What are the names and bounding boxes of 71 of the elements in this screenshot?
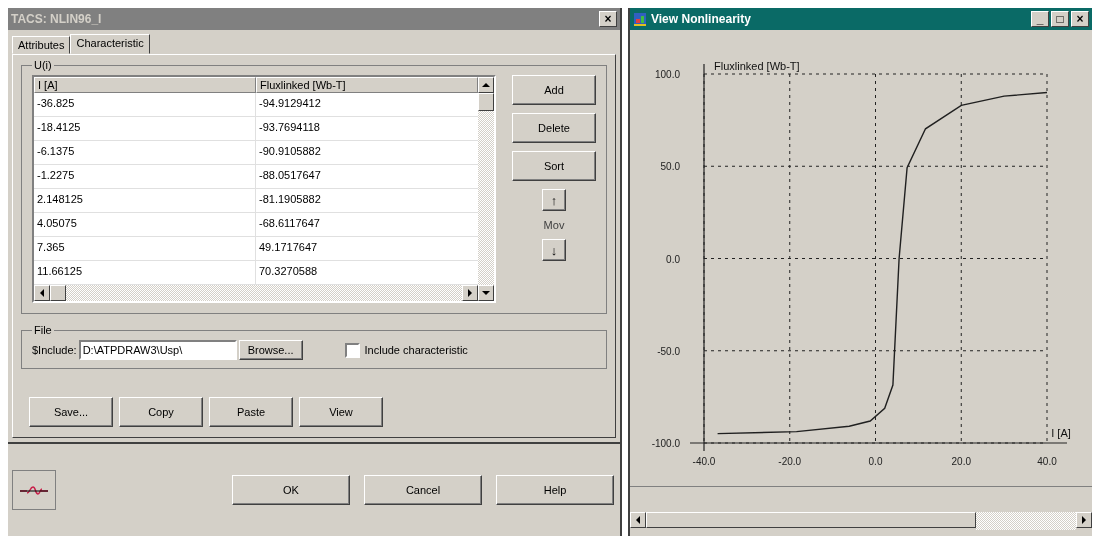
y-tick-label: 50.0 [660,161,680,173]
maximize-button[interactable]: □ [1051,11,1069,27]
table-cell: 2.148125 [34,189,256,212]
table-cell: -36.825 [34,93,256,116]
table-cell-text: -88.0517647 [258,168,322,183]
scroll-thumb[interactable] [646,512,976,528]
table-cell: -6.1375 [34,141,256,164]
horizontal-scrollbar[interactable] [34,285,478,301]
checkbox-label[interactable]: Include characteristic [364,344,468,356]
scroll-right-icon[interactable] [462,285,478,301]
include-label: $Include: [32,344,77,356]
y-tick-label: -100.0 [651,438,680,449]
tab[interactable]: Characteristic [70,34,150,54]
browse-button[interactable]: Browse... [238,340,303,360]
y-tick-label: -50.0 [657,345,680,357]
scroll-left-icon[interactable] [630,512,646,528]
x-tick-label: 40.0 [1037,456,1057,467]
horizontal-scrollbar[interactable] [630,512,1092,530]
x-tick-label: -40.0 [692,456,716,467]
table-cell-text: -68.6117647 [258,216,321,231]
table-cell: 4.05075 [34,213,256,236]
table-cell: -18.4125 [34,117,256,140]
scroll-left-icon[interactable] [34,285,50,301]
table-cell-text: -93.7694118 [258,120,321,135]
side-button[interactable]: Sort [512,151,596,181]
scroll-right-icon[interactable] [1076,512,1092,528]
move-up-button[interactable]: ↑ [542,189,566,211]
table-cell-text: -81.1905882 [258,192,322,207]
table-cell: -1.2275 [34,165,256,188]
column-header[interactable]: I [A] [34,77,256,93]
table-cell-text: 49.1717647 [258,240,319,255]
column-header[interactable]: Fluxlinked [Wb-T] [256,77,478,93]
scroll-down-icon[interactable] [478,285,494,301]
table-cell-text: -94.9129412 [258,96,322,111]
table-cell: 7.365 [34,237,256,260]
vertical-scrollbar[interactable] [478,77,494,301]
y-tick-label: 0.0 [666,253,680,265]
dialog-button[interactable]: Cancel [364,475,482,505]
x-tick-label: 0.0 [868,456,883,467]
minimize-button[interactable]: _ [1031,11,1049,27]
table-cell-text: -90.9105882 [258,144,322,159]
group-label: U(i) [33,59,53,71]
action-button[interactable]: View [299,397,383,427]
nonlinear-curve-icon [12,470,56,510]
table-cell-text: 70.3270588 [258,264,319,279]
dialog-button[interactable]: Help [496,475,614,505]
y-tick-label: 100.0 [654,69,680,80]
scroll-thumb[interactable] [50,285,66,301]
scroll-up-icon[interactable] [478,77,494,93]
window-title: TACS: NLIN96_I [11,12,103,26]
close-button[interactable]: × [1071,11,1089,27]
action-button[interactable]: Save... [29,397,113,427]
window-title: View Nonlinearity [651,12,752,26]
move-down-button[interactable]: ↓ [542,239,566,261]
x-tick-label: 20.0 [951,456,971,467]
tab[interactable]: Attributes [12,36,71,54]
action-button[interactable]: Copy [119,397,203,427]
path-field[interactable]: D:\ATPDRAW3\Usp\ [78,340,237,360]
side-button[interactable]: Delete [512,113,596,143]
dialog-button[interactable]: OK [232,475,350,505]
x-tick-label: -20.0 [778,456,802,467]
scroll-thumb[interactable] [478,93,494,111]
checkbox[interactable] [344,342,360,358]
move-label: Mov [543,219,565,231]
side-button[interactable]: Add [512,75,596,105]
app-icon [633,11,647,27]
y-axis-label: Fluxlinked [Wb-T] [714,60,800,72]
action-button[interactable]: Paste [209,397,293,427]
x-axis-label: I [A] [1051,427,1071,439]
table-cell: 11.66125 [34,261,256,284]
group-label: File [33,324,53,336]
